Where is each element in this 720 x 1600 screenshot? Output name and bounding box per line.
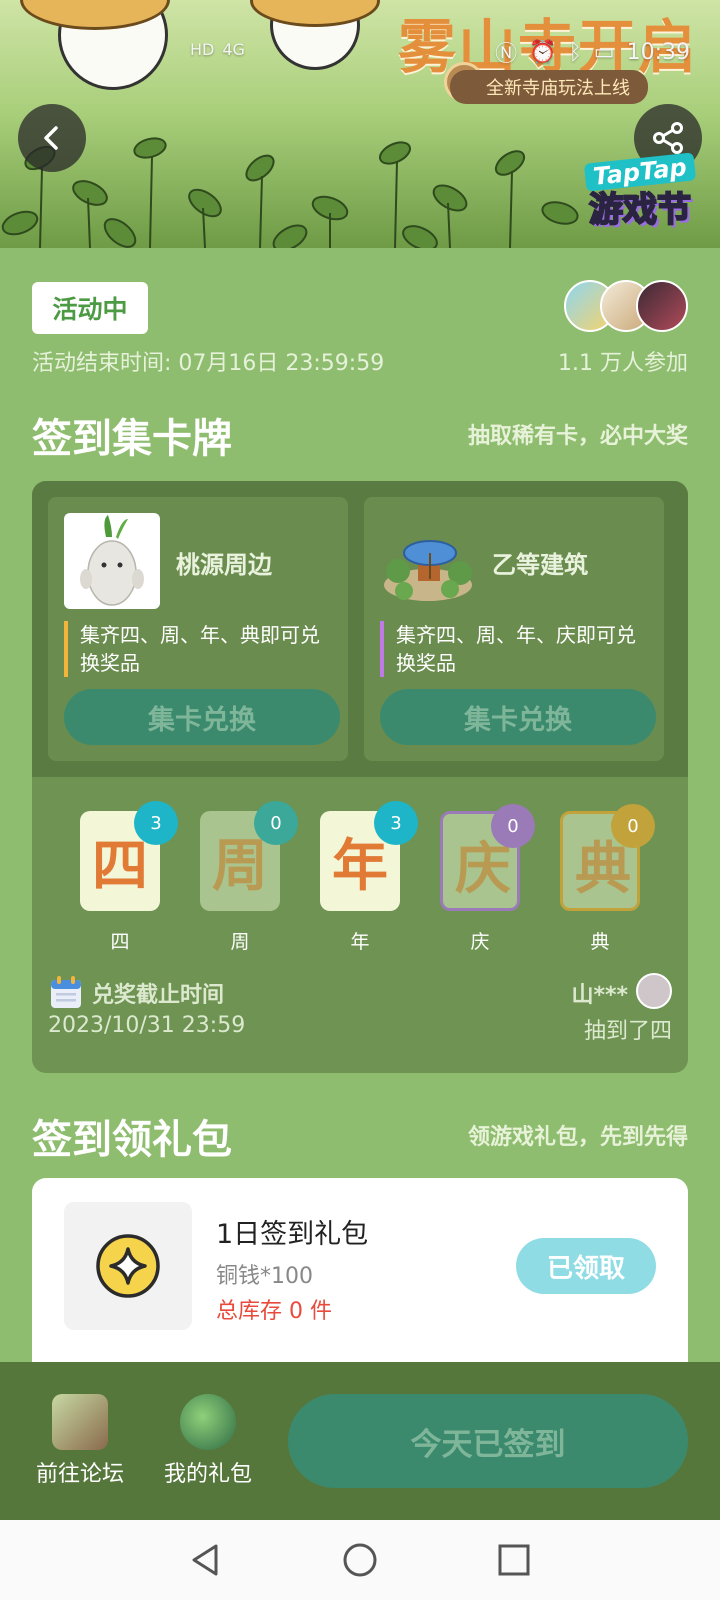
system-navigation-bar	[0, 1520, 720, 1600]
forum-icon	[52, 1394, 108, 1450]
event-status-badge: 活动中	[32, 282, 148, 334]
event-end-time: 活动结束时间: 07月16日 23:59:59	[32, 351, 385, 376]
status-bar-signal: HD 4G	[190, 40, 245, 59]
avatar	[636, 280, 688, 332]
prize-area: 桃源周边 集齐四、周、年、典即可兑换奖品 集卡兑换 乙等建筑 集齐四、周、年、庆…	[32, 481, 688, 777]
gift-name: 1日签到礼包	[216, 1219, 369, 1250]
status-bar: Ⓝ ⏰ ᛒ ▭ 10:39	[495, 36, 690, 68]
card-section-hint: 抽取稀有卡，必中大奖	[467, 424, 688, 449]
alarm-icon: ⏰	[529, 39, 557, 65]
battery-icon: ▭	[593, 39, 615, 65]
banner-subtitle: 全新寺庙玩法上线	[450, 70, 648, 104]
gift-image	[64, 1202, 192, 1330]
card-label: 周	[230, 931, 250, 953]
card-label: 年	[350, 931, 370, 953]
bluetooth-icon: ᛒ	[568, 39, 582, 65]
card-label: 四	[110, 931, 130, 953]
network-type: 4G	[222, 40, 245, 59]
card-tile-zhou[interactable]: 周 0	[200, 801, 298, 911]
deadline-label: 兑奖截止时间	[92, 983, 225, 1008]
recents-square-icon[interactable]	[494, 1540, 534, 1580]
redeem-button[interactable]: 集卡兑换	[380, 689, 656, 745]
prize-description: 集齐四、周、年、庆即可兑换奖品	[380, 621, 652, 677]
radish-plush-icon	[80, 515, 144, 606]
forum-label: 前往论坛	[35, 1462, 124, 1487]
draw-user-name: 山***	[571, 983, 628, 1008]
card-tile-dian[interactable]: 典 0	[560, 804, 655, 911]
card-tile-si[interactable]: 四 3	[80, 801, 178, 911]
gift-card: 1日签到礼包 铜钱*100 总库存 0 件 已领取	[32, 1178, 688, 1378]
my-gifts-label: 我的礼包	[163, 1462, 252, 1487]
prize-name: 桃源周边	[176, 551, 272, 579]
deadline-value: 2023/10/31 23:59	[48, 1013, 246, 1038]
status-time: 10:39	[626, 39, 690, 65]
prize-card: 桃源周边 集齐四、周、年、典即可兑换奖品 集卡兑换	[48, 497, 348, 761]
participant-avatars[interactable]	[564, 280, 688, 332]
card-label: 庆	[470, 931, 490, 953]
avatar	[636, 973, 672, 1009]
participant-count: 1.1 万人参加	[558, 351, 688, 376]
card-section-title: 签到集卡牌	[32, 416, 232, 462]
card-label: 典	[590, 931, 610, 953]
gift-stock: 总库存 0 件	[216, 1299, 332, 1324]
back-button[interactable]	[18, 104, 86, 172]
gift-box-icon	[180, 1394, 236, 1450]
share-icon	[653, 122, 683, 154]
forum-link[interactable]: 前往论坛	[30, 1394, 130, 1488]
card-count-badge: 0	[611, 804, 655, 848]
prize-image	[380, 513, 476, 609]
my-gifts-link[interactable]: 我的礼包	[158, 1394, 258, 1488]
building-icon	[384, 540, 472, 601]
card-count-badge: 0	[491, 804, 535, 848]
card-tile-nian[interactable]: 年 3	[320, 801, 418, 911]
prize-card: 乙等建筑 集齐四、周、年、庆即可兑换奖品 集卡兑换	[364, 497, 664, 761]
nfc-icon: Ⓝ	[495, 42, 518, 67]
card-tile-qing[interactable]: 庆 0	[440, 804, 535, 911]
claim-gift-button[interactable]: 已领取	[516, 1238, 656, 1294]
gift-section-title: 签到领礼包	[32, 1117, 232, 1163]
calendar-icon	[51, 976, 81, 1008]
gift-section-hint: 领游戏礼包，先到先得	[467, 1125, 688, 1150]
bottom-action-bar: 前往论坛 我的礼包 今天已签到	[0, 1362, 720, 1520]
back-triangle-icon[interactable]	[186, 1540, 226, 1580]
event-banner: 雾山寺开启 全新寺庙玩法上线 HD 4G Ⓝ ⏰ ᛒ ▭ 10:39 TapTa…	[0, 0, 720, 248]
prize-image	[64, 513, 160, 609]
sign-in-button[interactable]: 今天已签到	[288, 1394, 688, 1488]
prize-name: 乙等建筑	[492, 551, 588, 579]
card-count-badge: 3	[134, 801, 178, 845]
copper-coin-icon	[96, 1234, 160, 1298]
card-count-badge: 0	[254, 801, 298, 845]
card-count-badge: 3	[374, 801, 418, 845]
card-collection-panel: 桃源周边 集齐四、周、年、典即可兑换奖品 集卡兑换 乙等建筑 集齐四、周、年、庆…	[32, 481, 688, 1073]
redeem-button[interactable]: 集卡兑换	[64, 689, 340, 745]
hd-icon: HD	[190, 40, 215, 59]
draw-result: 抽到了四	[583, 1019, 672, 1044]
home-circle-icon[interactable]	[340, 1540, 380, 1580]
prize-description: 集齐四、周、年、典即可兑换奖品	[64, 621, 336, 677]
gift-content: 铜钱*100	[216, 1264, 313, 1289]
chevron-left-icon	[44, 126, 58, 150]
taptap-festival-logo: TapTap 游戏节	[580, 152, 700, 231]
